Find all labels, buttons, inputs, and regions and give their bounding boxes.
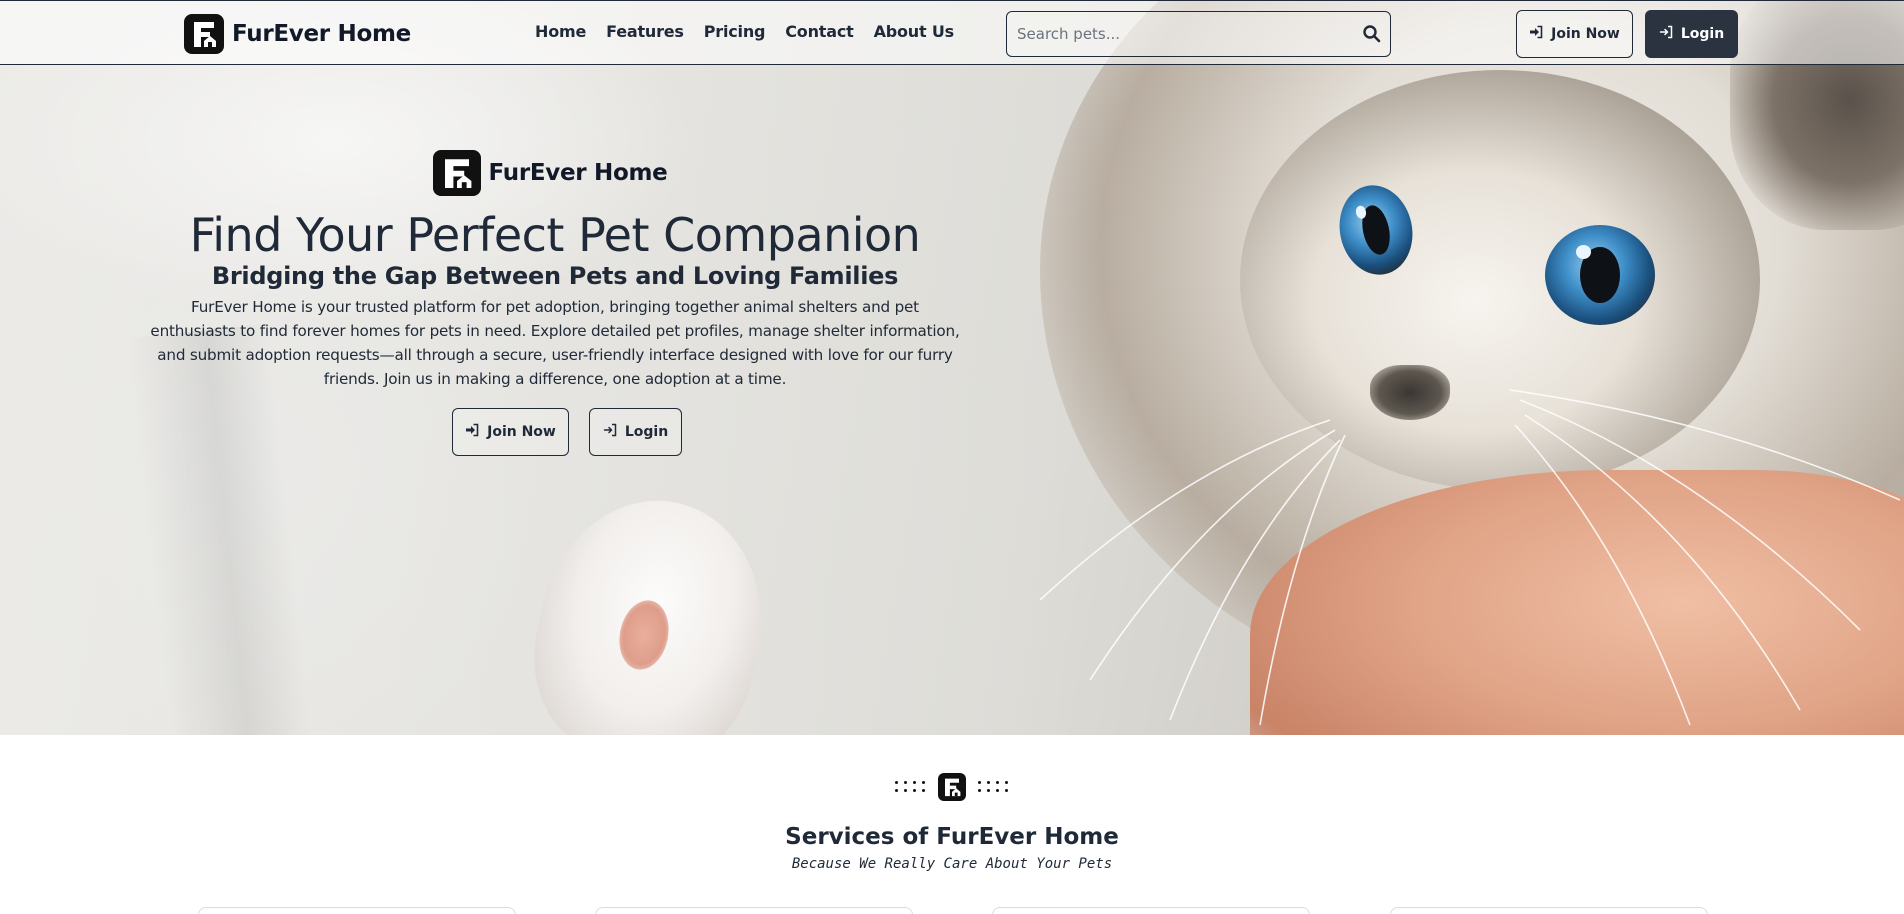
nav-link-pricing[interactable]: Pricing — [704, 22, 766, 41]
dots-ornament-right — [978, 781, 1009, 793]
furever-logo-icon — [432, 150, 481, 196]
login-button[interactable]: Login — [1645, 10, 1738, 58]
brand-name: FurEver Home — [232, 21, 411, 47]
join-now-button[interactable]: Join Now — [1516, 10, 1633, 58]
hero-login-label: Login — [624, 424, 669, 440]
login-label: Login — [1680, 26, 1725, 42]
hero-subtitle: Bridging the Gap Between Pets and Loving… — [211, 262, 899, 290]
cat-eye-right — [1545, 225, 1655, 325]
hero-join-now-label: Join Now — [487, 424, 556, 440]
nav-link-about-us[interactable]: About Us — [874, 22, 955, 41]
navbar-brand[interactable]: FurEver Home — [184, 14, 411, 54]
join-now-label: Join Now — [1551, 26, 1620, 42]
hero-brand-name: FurEver Home — [488, 160, 668, 186]
hero-title: Find Your Perfect Pet Companion — [189, 208, 921, 262]
hero-join-now-button[interactable]: Join Now — [452, 408, 569, 456]
hero-brand: FurEver Home — [140, 150, 960, 196]
hero-login-button[interactable]: Login — [589, 408, 682, 456]
service-card[interactable] — [198, 907, 516, 914]
service-card[interactable] — [595, 907, 913, 914]
service-card[interactable] — [1390, 907, 1708, 914]
login-arrow-icon — [1659, 25, 1673, 43]
hero-content: FurEver Home Find Your Perfect Pet Compa… — [150, 150, 960, 391]
furever-logo-icon — [184, 14, 224, 54]
sign-in-arrow-icon — [1529, 25, 1543, 43]
nav-link-contact[interactable]: Contact — [785, 22, 854, 41]
top-navbar: FurEver Home Home Features Pricing Conta… — [0, 0, 1904, 65]
search-bar — [1006, 11, 1391, 57]
search-icon[interactable] — [1362, 24, 1382, 44]
nav-link-features[interactable]: Features — [606, 22, 684, 41]
service-card[interactable] — [992, 907, 1310, 914]
furever-logo-icon — [938, 773, 966, 801]
login-arrow-icon — [603, 423, 617, 441]
services-section: Services of FurEver Home Because We Real… — [0, 735, 1904, 914]
sign-in-arrow-icon — [465, 423, 479, 441]
nav-link-home[interactable]: Home — [535, 22, 586, 41]
services-ornament — [0, 773, 1904, 801]
cat-whiskers — [1039, 389, 1900, 726]
services-tagline: Because We Really Care About Your Pets — [791, 856, 1113, 872]
hero-buttons: Join Now Login — [452, 408, 682, 456]
search-input[interactable] — [1007, 12, 1347, 56]
dots-ornament-left — [895, 781, 926, 793]
hero-description: FurEver Home is your trusted platform fo… — [150, 298, 960, 388]
services-title: Services of FurEver Home — [785, 824, 1119, 850]
nav-links: Home Features Pricing Contact About Us — [535, 22, 954, 41]
